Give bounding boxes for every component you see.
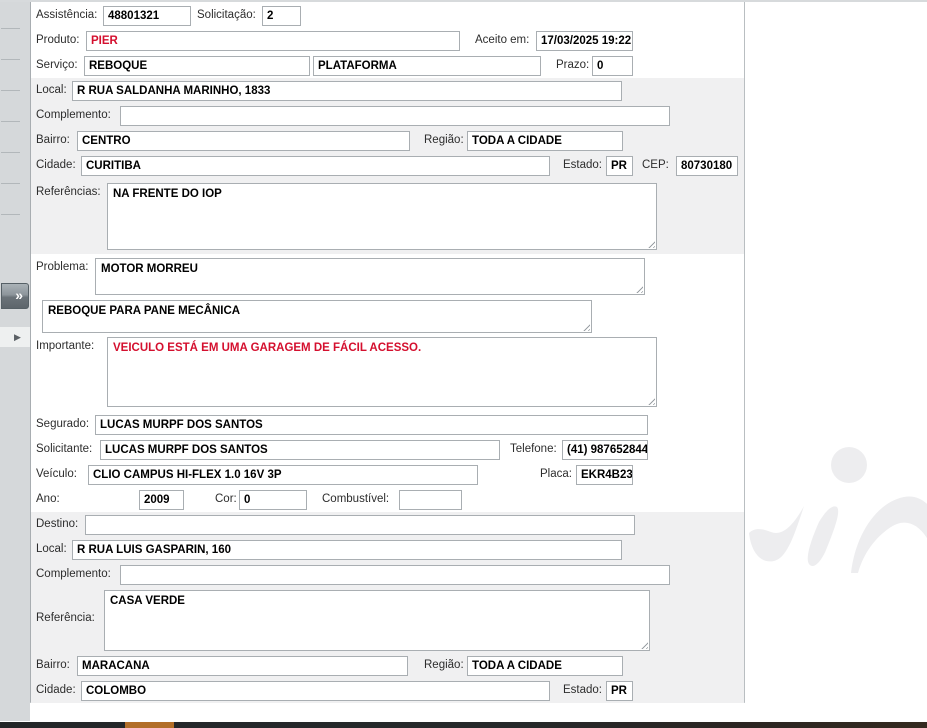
destino-regiao-input[interactable]: TODA A CIDADE <box>467 656 623 676</box>
cidade-input[interactable]: CURITIBA <box>81 156 550 176</box>
regiao-label: Região: <box>424 134 464 146</box>
placa-input[interactable]: EKR4B23 <box>576 465 633 485</box>
ano-input[interactable]: 2009 <box>139 490 184 510</box>
destino-bairro-label: Bairro: <box>36 659 70 671</box>
left-splitter-strip <box>0 2 30 721</box>
destino-input[interactable] <box>85 515 635 535</box>
referencias-label: Referências: <box>36 186 101 198</box>
ano-label: Ano: <box>36 493 60 505</box>
destino-complemento-label: Complemento: <box>36 568 111 580</box>
importante-textarea[interactable]: VEICULO ESTÁ EM UMA GARAGEM DE FÁCIL ACE… <box>107 337 657 407</box>
problema-textarea[interactable]: MOTOR MORREU <box>95 258 645 295</box>
segurado-input[interactable]: LUCAS MURPF DOS SANTOS <box>95 415 648 435</box>
regiao-input[interactable]: TODA A CIDADE <box>467 131 623 151</box>
assistencia-label: Assistência: <box>36 9 98 21</box>
local-label: Local: <box>36 84 67 96</box>
problema-label: Problema: <box>36 261 89 273</box>
destino-local-label: Local: <box>36 543 67 555</box>
produto-label: Produto: <box>36 34 80 46</box>
prazo-input[interactable]: 0 <box>592 56 633 76</box>
servico-input[interactable]: REBOQUE <box>84 56 310 76</box>
veiculo-input[interactable]: CLIO CAMPUS HI-FLEX 1.0 16V 3P <box>88 465 478 485</box>
destino-referencia-label: Referência: <box>36 612 95 624</box>
destino-estado-label: Estado: <box>563 684 602 696</box>
cor-input[interactable]: 0 <box>239 490 307 510</box>
bairro-label: Bairro: <box>36 134 70 146</box>
expand-sidebar-button[interactable]: » <box>1 283 29 309</box>
veiculo-label: Veículo: <box>36 468 77 480</box>
brand-logo-watermark <box>749 447 927 573</box>
bairro-input[interactable]: CENTRO <box>77 131 410 151</box>
aceito-em-label: Aceito em: <box>475 34 530 46</box>
destino-bairro-input[interactable]: MARACANA <box>77 656 408 676</box>
assistance-detail-page: » ▶ Assistência: 48801321 Solicitação: 2… <box>0 0 927 728</box>
local-input[interactable]: R RUA SALDANHA MARINHO, 1833 <box>72 81 622 101</box>
telefone-label: Telefone: <box>510 443 557 455</box>
expand-arrow-icon[interactable]: ▶ <box>14 330 21 344</box>
solicitante-label: Solicitante: <box>36 443 93 455</box>
servico-label: Serviço: <box>36 59 78 71</box>
destino-label: Destino: <box>36 518 79 530</box>
produto-input[interactable]: PIER <box>86 31 460 51</box>
solicitante-input[interactable]: LUCAS MURPF DOS SANTOS <box>100 440 500 460</box>
taskbar-orange-segment <box>125 722 174 728</box>
cep-label: CEP: <box>642 159 669 171</box>
telefone-input[interactable]: (41) 987652844 <box>562 440 648 460</box>
cep-input[interactable]: 80730180 <box>676 156 738 176</box>
servico-tipo-input[interactable]: PLATAFORMA <box>313 56 541 76</box>
destino-regiao-label: Região: <box>424 659 464 671</box>
combustivel-label: Combustível: <box>322 493 390 505</box>
combustivel-input[interactable] <box>399 490 462 510</box>
destino-referencia-textarea[interactable]: CASA VERDE <box>104 590 650 651</box>
placa-label: Placa: <box>540 468 572 480</box>
solicitacao-input[interactable]: 2 <box>262 6 301 26</box>
prazo-label: Prazo: <box>556 59 590 71</box>
cor-label: Cor: <box>215 493 237 505</box>
problema-detalhe-textarea[interactable]: REBOQUE PARA PANE MECÂNICA <box>42 300 592 333</box>
estado-input[interactable]: PR <box>606 156 633 176</box>
destino-cidade-label: Cidade: <box>36 684 76 696</box>
bottom-taskbar[interactable] <box>0 722 927 728</box>
complemento-input[interactable] <box>120 106 670 126</box>
complemento-label: Complemento: <box>36 109 111 121</box>
estado-label: Estado: <box>563 159 602 171</box>
destino-local-input[interactable]: R RUA LUIS GASPARIN, 160 <box>72 540 622 560</box>
referencias-textarea[interactable]: NA FRENTE DO IOP <box>107 183 657 250</box>
importante-label: Importante: <box>36 340 95 352</box>
segurado-label: Segurado: <box>36 418 90 430</box>
aceito-em-input[interactable]: 17/03/2025 19:22 <box>536 31 633 51</box>
destino-estado-input[interactable]: PR <box>606 681 633 701</box>
destino-cidade-input[interactable]: COLOMBO <box>81 681 550 701</box>
assistencia-input[interactable]: 48801321 <box>103 6 191 26</box>
splitter-grip-lines <box>1 28 20 220</box>
taskbar-left-segment <box>0 722 125 728</box>
cidade-label: Cidade: <box>36 159 76 171</box>
destino-complemento-input[interactable] <box>120 565 670 585</box>
taskbar-right-segment <box>174 722 927 728</box>
solicitacao-label: Solicitação: <box>197 9 256 21</box>
